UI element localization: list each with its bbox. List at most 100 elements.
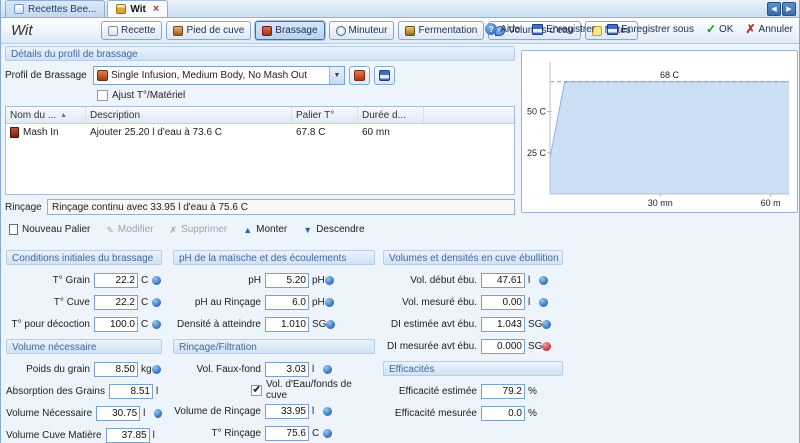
field-efficacite-estimee: Efficacité estimée % <box>383 380 563 402</box>
scroll-tabs-left-icon[interactable]: ◀ <box>767 2 781 16</box>
di-estimee-input[interactable] <box>481 317 525 332</box>
save-profile-button[interactable] <box>374 66 395 85</box>
vol-debut-ebu-input[interactable] <box>481 273 525 288</box>
field-unit: % <box>525 408 539 419</box>
ph-input[interactable] <box>265 273 309 288</box>
recette-button[interactable]: Recette <box>101 21 162 40</box>
mash-profile-icon <box>97 70 108 81</box>
brassage-icon <box>262 26 272 36</box>
save-as-icon <box>607 24 618 35</box>
tab-wit[interactable]: Wit × <box>107 0 168 17</box>
field-di-mesuree: DI mesurée avt ébu. SG <box>383 335 563 357</box>
mash-profile-select[interactable]: Single Infusion, Medium Body, No Mash Ou… <box>93 66 345 85</box>
modifier-button[interactable]: ✎ Modifier <box>106 224 153 235</box>
fermentation-button[interactable]: Fermentation <box>398 21 484 40</box>
nouveau-palier-label: Nouveau Palier <box>22 224 90 235</box>
pied-de-cuve-button[interactable]: Pied de cuve <box>166 21 251 40</box>
aide-button[interactable]: ? Aide <box>485 23 520 35</box>
field-label: DI estimée avt ébu. <box>383 319 481 330</box>
target-temp-annotation: 68 C <box>660 70 680 80</box>
field-volume-cuve-matiere: Volume Cuve Matière l <box>6 424 162 443</box>
efficacite-estimee-input[interactable] <box>481 384 525 399</box>
fermentation-button-label: Fermentation <box>418 25 477 36</box>
volume-cuve-matiere-input[interactable] <box>106 428 150 443</box>
brew-profile-panel: Détails du profil de brassage Profil de … <box>5 46 515 215</box>
enregistrer-sous-button[interactable]: Enregistrer sous <box>607 24 694 35</box>
adjust-temp-checkbox[interactable] <box>97 90 108 101</box>
annuler-button[interactable]: ✗ Annuler <box>745 23 793 35</box>
col-filler-header <box>424 107 514 123</box>
field-unit: C <box>309 428 323 439</box>
field-poids-grain: Poids du grain kg <box>6 358 162 380</box>
densite-atteindre-input[interactable] <box>265 317 309 332</box>
field-label: Densité à atteindre <box>173 319 265 330</box>
col-description-header[interactable]: Description <box>86 107 292 123</box>
efficacite-mesuree-input[interactable] <box>481 406 525 421</box>
delete-icon: ✗ <box>170 225 178 235</box>
annuler-button-label: Annuler <box>759 24 793 35</box>
volume-necessaire-input[interactable] <box>96 406 140 421</box>
info-dot <box>326 320 335 329</box>
minuteur-button[interactable]: Minuteur <box>329 21 395 40</box>
t-cuve-input[interactable] <box>94 295 138 310</box>
tab-recettes[interactable]: Recettes Bee... <box>5 0 105 17</box>
brassage-button[interactable]: Brassage <box>255 21 324 40</box>
tools-icon <box>354 70 365 81</box>
rincage-summary-input[interactable] <box>47 199 515 215</box>
info-dot <box>323 407 332 416</box>
descendre-button[interactable]: ▼ Descendre <box>303 224 364 235</box>
vol-mesure-ebu-input[interactable] <box>481 295 525 310</box>
field-unit: l <box>525 275 539 286</box>
t-grain-input[interactable] <box>94 273 138 288</box>
x-tick-label: 30 mn <box>648 198 673 208</box>
mash-steps-table: Nom du ... ▲ Description Palier T° Durée… <box>5 106 515 195</box>
absorption-grains-input[interactable] <box>109 384 153 399</box>
volume-rincage-input[interactable] <box>265 404 309 419</box>
col-name-header[interactable]: Nom du ... ▲ <box>6 107 86 123</box>
field-label: T° Rinçage <box>173 428 265 439</box>
field-label: Vol. mesuré ébu. <box>383 297 481 308</box>
vol-faux-fond-input[interactable] <box>265 362 309 377</box>
edit-profile-button[interactable] <box>349 66 370 85</box>
field-unit: l <box>153 386 167 397</box>
table-row[interactable]: Mash In Ajouter 25.20 l d'eau à 73.6 C 6… <box>6 124 514 141</box>
scroll-tabs-right-icon[interactable]: ▶ <box>782 2 796 16</box>
sort-asc-icon: ▲ <box>60 112 67 119</box>
vol-eau-fonds-checkbox[interactable] <box>251 385 262 396</box>
rincage-row: Rinçage <box>5 199 515 215</box>
t-decoction-input[interactable] <box>94 317 138 332</box>
adjust-temp-label: Ajust T°/Matériel <box>112 90 185 101</box>
col-duree-header[interactable]: Durée d... <box>358 107 424 123</box>
field-unit: l <box>150 430 164 441</box>
monter-button[interactable]: ▲ Monter <box>243 224 287 235</box>
t-rincage-input[interactable] <box>265 426 309 441</box>
info-dot <box>152 298 161 307</box>
col-description-label: Description <box>90 110 140 121</box>
field-t-rincage: T° Rinçage C <box>173 422 375 443</box>
supprimer-button[interactable]: ✗ Supprimer <box>170 224 228 235</box>
field-label: pH <box>173 275 265 286</box>
ok-button[interactable]: ✓ OK <box>706 23 734 35</box>
help-icon: ? <box>485 23 497 35</box>
field-unit: pH <box>309 297 325 308</box>
field-unit: C <box>138 275 152 286</box>
ebullition-column: Volumes et densités en cuve ébullition V… <box>383 250 563 424</box>
nouveau-palier-button[interactable]: Nouveau Palier <box>9 224 90 235</box>
y-tick-label: 25 C <box>527 148 547 158</box>
field-label: Vol. Faux-fond <box>173 364 265 375</box>
adjust-temp-row: Ajust T°/Matériel <box>97 88 515 102</box>
enregistrer-button[interactable]: Enregistrer <box>532 24 595 35</box>
vol-eau-fonds-row: Vol. d'Eau/fonds de cuve <box>251 380 375 400</box>
conditions-section-header: Conditions initiales du brassage <box>6 250 162 265</box>
info-dot <box>542 320 551 329</box>
field-unit: l <box>309 406 323 417</box>
recipes-list-icon <box>14 4 24 14</box>
efficacites-section-header: Efficacités <box>383 361 563 376</box>
close-tab-icon[interactable]: × <box>153 3 159 15</box>
col-palier-header[interactable]: Palier T° <box>292 107 358 123</box>
ph-rincage-input[interactable] <box>265 295 309 310</box>
di-mesuree-input[interactable] <box>481 339 525 354</box>
action-buttons: ? Aide Enregistrer Enregistrer sous ✓ OK… <box>485 23 793 35</box>
poids-grain-input[interactable] <box>94 362 138 377</box>
steps-table-header: Nom du ... ▲ Description Palier T° Durée… <box>6 107 514 124</box>
